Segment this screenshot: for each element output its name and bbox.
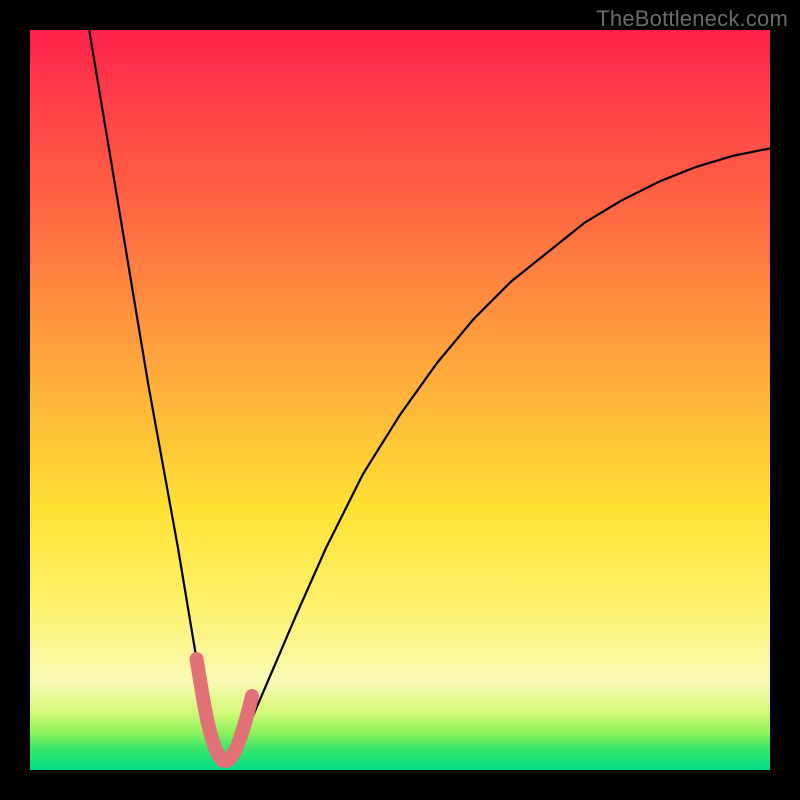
bottleneck-curve — [89, 30, 770, 763]
curves-svg — [30, 30, 770, 770]
chart-frame: TheBottleneck.com — [0, 0, 800, 800]
watermark-text: TheBottleneck.com — [596, 6, 788, 32]
plot-area — [30, 30, 770, 770]
optimal-range-highlight — [197, 659, 253, 761]
